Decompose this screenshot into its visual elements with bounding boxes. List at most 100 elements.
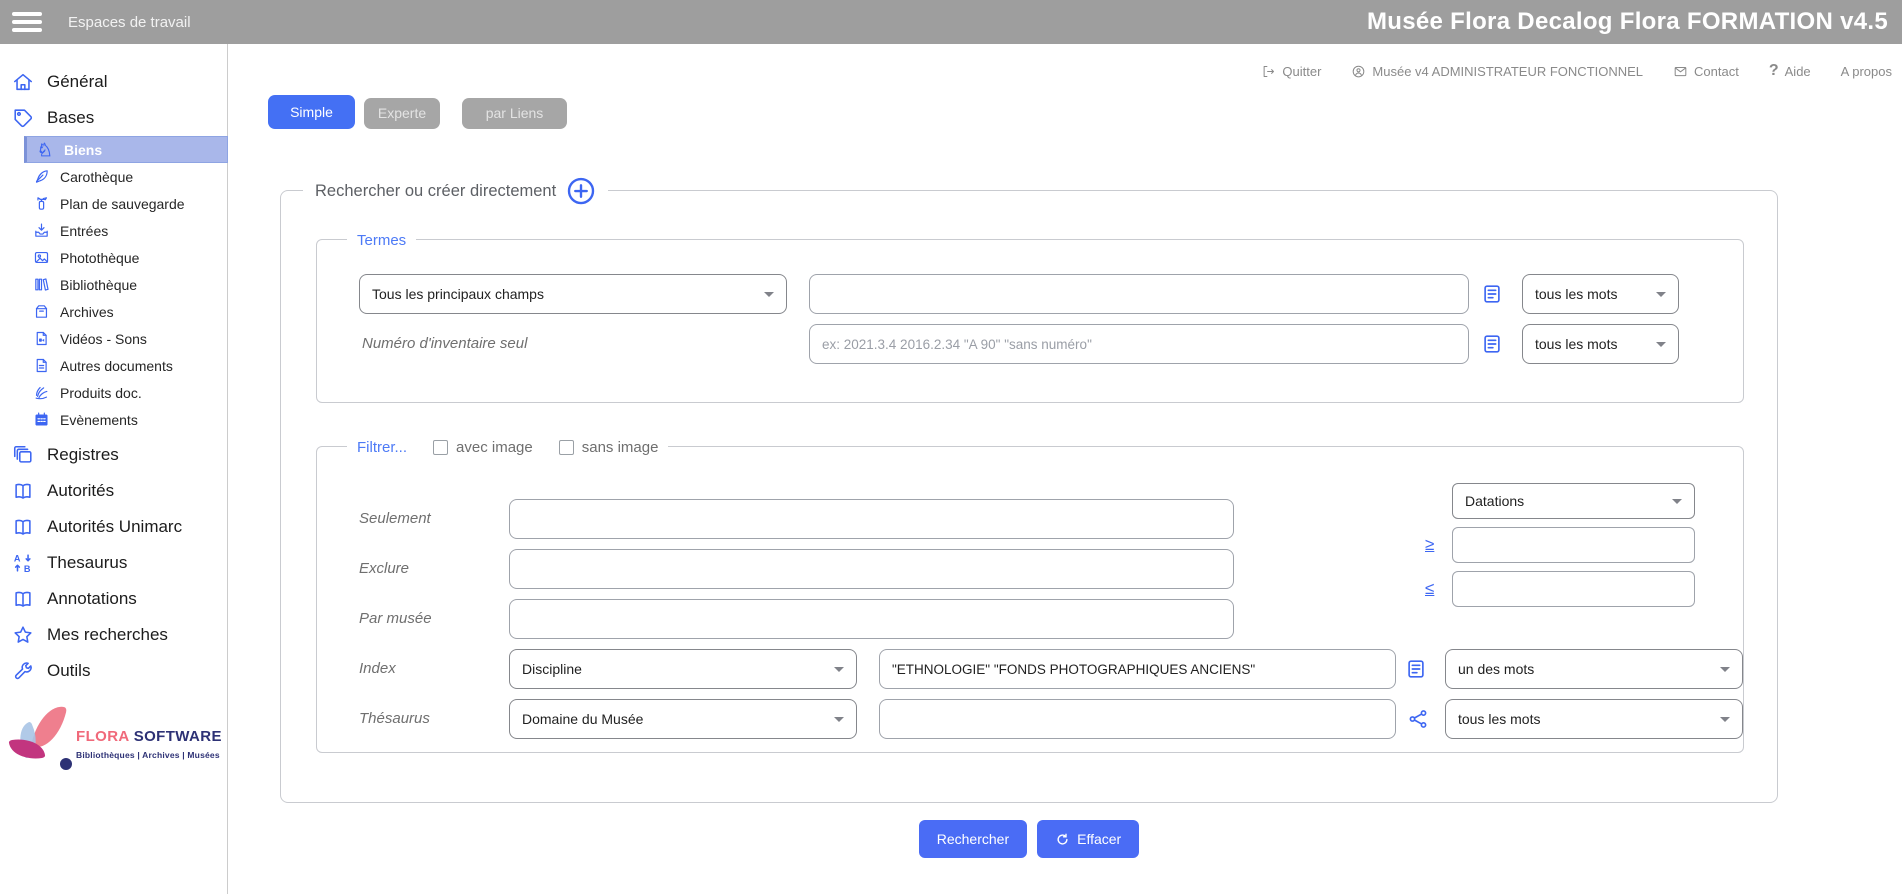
sidebar-item-label: Bibliothèque	[60, 277, 137, 293]
sidebar-item-autres-documents[interactable]: Autres documents	[24, 352, 228, 379]
datation-max-input[interactable]	[1452, 571, 1695, 607]
sidebar-item-archives[interactable]: Archives	[24, 298, 228, 325]
envelope-icon	[1673, 64, 1688, 79]
clear-button[interactable]: Effacer	[1037, 820, 1139, 858]
sidebar-item-mes-recherches[interactable]: Mes recherches	[0, 617, 227, 653]
index-list-picker-icon[interactable]	[1481, 282, 1503, 306]
video-file-icon	[33, 330, 50, 347]
wrench-icon	[12, 660, 34, 682]
search-mode-tabs: Simple Experte par Liens	[268, 95, 567, 129]
without-image-checkbox[interactable]: sans image	[559, 439, 659, 456]
search-field-select[interactable]: Tous les principaux champs	[359, 274, 787, 314]
hierarchy-share-icon[interactable]	[1407, 707, 1429, 731]
thesaurus-value-input[interactable]	[879, 699, 1396, 739]
feather-icon	[33, 168, 50, 185]
sidebar-item-carotheque[interactable]: Carothèque	[24, 163, 228, 190]
sidebar-item-registres[interactable]: Registres	[0, 437, 227, 473]
sidebar-item-label: Carothèque	[60, 169, 133, 185]
logo-tagline: Bibliothèques | Archives | Musées	[76, 750, 222, 760]
page: Espaces de travail Musée Flora Decalog F…	[0, 0, 1902, 894]
chevron-down-icon	[1672, 499, 1682, 504]
document-icon	[33, 357, 50, 374]
sidebar-item-label: Evènements	[60, 412, 138, 428]
by-museum-label: Par musée	[359, 599, 432, 639]
sidebar-item-entrees[interactable]: Entrées	[24, 217, 228, 244]
sidebar-item-label: Thesaurus	[47, 553, 127, 573]
tab-par-liens[interactable]: par Liens	[462, 98, 567, 129]
index-list-picker-icon[interactable]	[1481, 332, 1503, 356]
chevron-down-icon	[1720, 717, 1730, 722]
chess-knight-icon: ♘	[36, 141, 54, 159]
index-field-select[interactable]: Discipline	[509, 649, 857, 689]
termes-legend: Termes	[347, 229, 416, 251]
sidebar-item-label: Annotations	[47, 589, 137, 609]
sidebar-item-produits-doc[interactable]: Produits doc.	[24, 379, 228, 406]
sidebar-item-label: Archives	[60, 304, 114, 320]
refresh-icon	[1055, 832, 1070, 847]
search-panel: Rechercher ou créer directement Termes T…	[280, 190, 1778, 803]
datation-field-select[interactable]: Datations	[1452, 483, 1695, 519]
sidebar-item-evenements[interactable]: Evènements	[24, 406, 228, 433]
sidebar-item-label: Registres	[47, 445, 119, 465]
sidebar-item-general[interactable]: Général	[0, 64, 227, 100]
less-equal-symbol: ≤	[1425, 579, 1434, 599]
user-account-link[interactable]: Musée v4 ADMINISTRATEUR FONCTIONNEL	[1351, 64, 1643, 79]
inventory-number-input[interactable]	[809, 324, 1469, 364]
star-icon	[12, 624, 34, 646]
sidebar-item-label: Entrées	[60, 223, 108, 239]
sidebar-item-plan-de-sauvegarde[interactable]: Plan de sauvegarde	[24, 190, 228, 217]
sidebar-item-bibliotheque[interactable]: Bibliothèque	[24, 271, 228, 298]
index-list-picker-icon[interactable]	[1405, 657, 1427, 681]
index-value-input[interactable]	[879, 649, 1396, 689]
sidebar-item-annotations[interactable]: Annotations	[0, 581, 227, 617]
help-link[interactable]: ? Aide	[1769, 62, 1811, 80]
sidebar-item-videos-sons[interactable]: Vidéos - Sons	[24, 325, 228, 352]
sidebar-item-outils[interactable]: Outils	[0, 653, 227, 689]
filter-fieldset: Filtrer... avec image sans image Seuleme…	[316, 446, 1744, 753]
sidebar-item-biens[interactable]: ♘ Biens	[24, 136, 228, 163]
quit-link[interactable]: Quitter	[1261, 64, 1321, 79]
form-actions: Rechercher Effacer	[280, 820, 1778, 858]
tab-simple[interactable]: Simple	[268, 95, 355, 129]
about-link[interactable]: A propos	[1841, 64, 1892, 79]
sidebar-item-bases[interactable]: Bases	[0, 100, 227, 136]
sidebar-item-label: Mes recherches	[47, 625, 168, 645]
greater-equal-symbol: ≥	[1425, 535, 1434, 555]
sidebar: Général Bases ♘ Biens Carothèque Plan de…	[0, 44, 228, 894]
open-book-icon	[12, 480, 34, 502]
chevron-down-icon	[1720, 667, 1730, 672]
open-book-icon	[12, 516, 34, 538]
sidebar-item-autorites-unimarc[interactable]: Autorités Unimarc	[0, 509, 227, 545]
index-label: Index	[359, 649, 396, 689]
main-match-mode-select[interactable]: tous les mots	[1522, 274, 1679, 314]
add-record-button[interactable]	[566, 176, 596, 206]
user-circle-icon	[1351, 64, 1366, 79]
datation-min-input[interactable]	[1452, 527, 1695, 563]
logo-brand-secondary: SOFTWARE	[134, 728, 222, 745]
sidebar-item-label: Biens	[64, 142, 102, 158]
index-match-mode-select[interactable]: un des mots	[1445, 649, 1743, 689]
utility-bar: Quitter Musée v4 ADMINISTRATEUR FONCTION…	[228, 58, 1892, 84]
stacked-windows-icon	[12, 444, 34, 466]
sidebar-item-label: Vidéos - Sons	[60, 331, 147, 347]
sidebar-item-phototheque[interactable]: Photothèque	[24, 244, 228, 271]
main-search-input[interactable]	[809, 274, 1469, 314]
workspace-label[interactable]: Espaces de travail	[68, 14, 191, 31]
contact-link[interactable]: Contact	[1673, 64, 1739, 79]
sidebar-item-autorites[interactable]: Autorités	[0, 473, 227, 509]
with-image-checkbox[interactable]: avec image	[433, 439, 533, 456]
thesaurus-match-mode-select[interactable]: tous les mots	[1445, 699, 1743, 739]
by-museum-input[interactable]	[509, 599, 1234, 639]
tab-experte[interactable]: Experte	[364, 98, 440, 129]
home-icon	[12, 71, 34, 93]
menu-icon[interactable]	[12, 12, 42, 32]
sidebar-item-thesaurus[interactable]: AB Thesaurus	[0, 545, 227, 581]
inventory-number-label: Numéro d'inventaire seul	[362, 324, 527, 364]
exclude-input[interactable]	[509, 549, 1234, 589]
only-input[interactable]	[509, 499, 1234, 539]
inventory-match-mode-select[interactable]: tous les mots	[1522, 324, 1679, 364]
sidebar-item-label: Photothèque	[60, 250, 139, 266]
search-button[interactable]: Rechercher	[919, 820, 1027, 858]
thesaurus-field-select[interactable]: Domaine du Musée	[509, 699, 857, 739]
sort-a-b-icon: AB	[12, 552, 34, 574]
